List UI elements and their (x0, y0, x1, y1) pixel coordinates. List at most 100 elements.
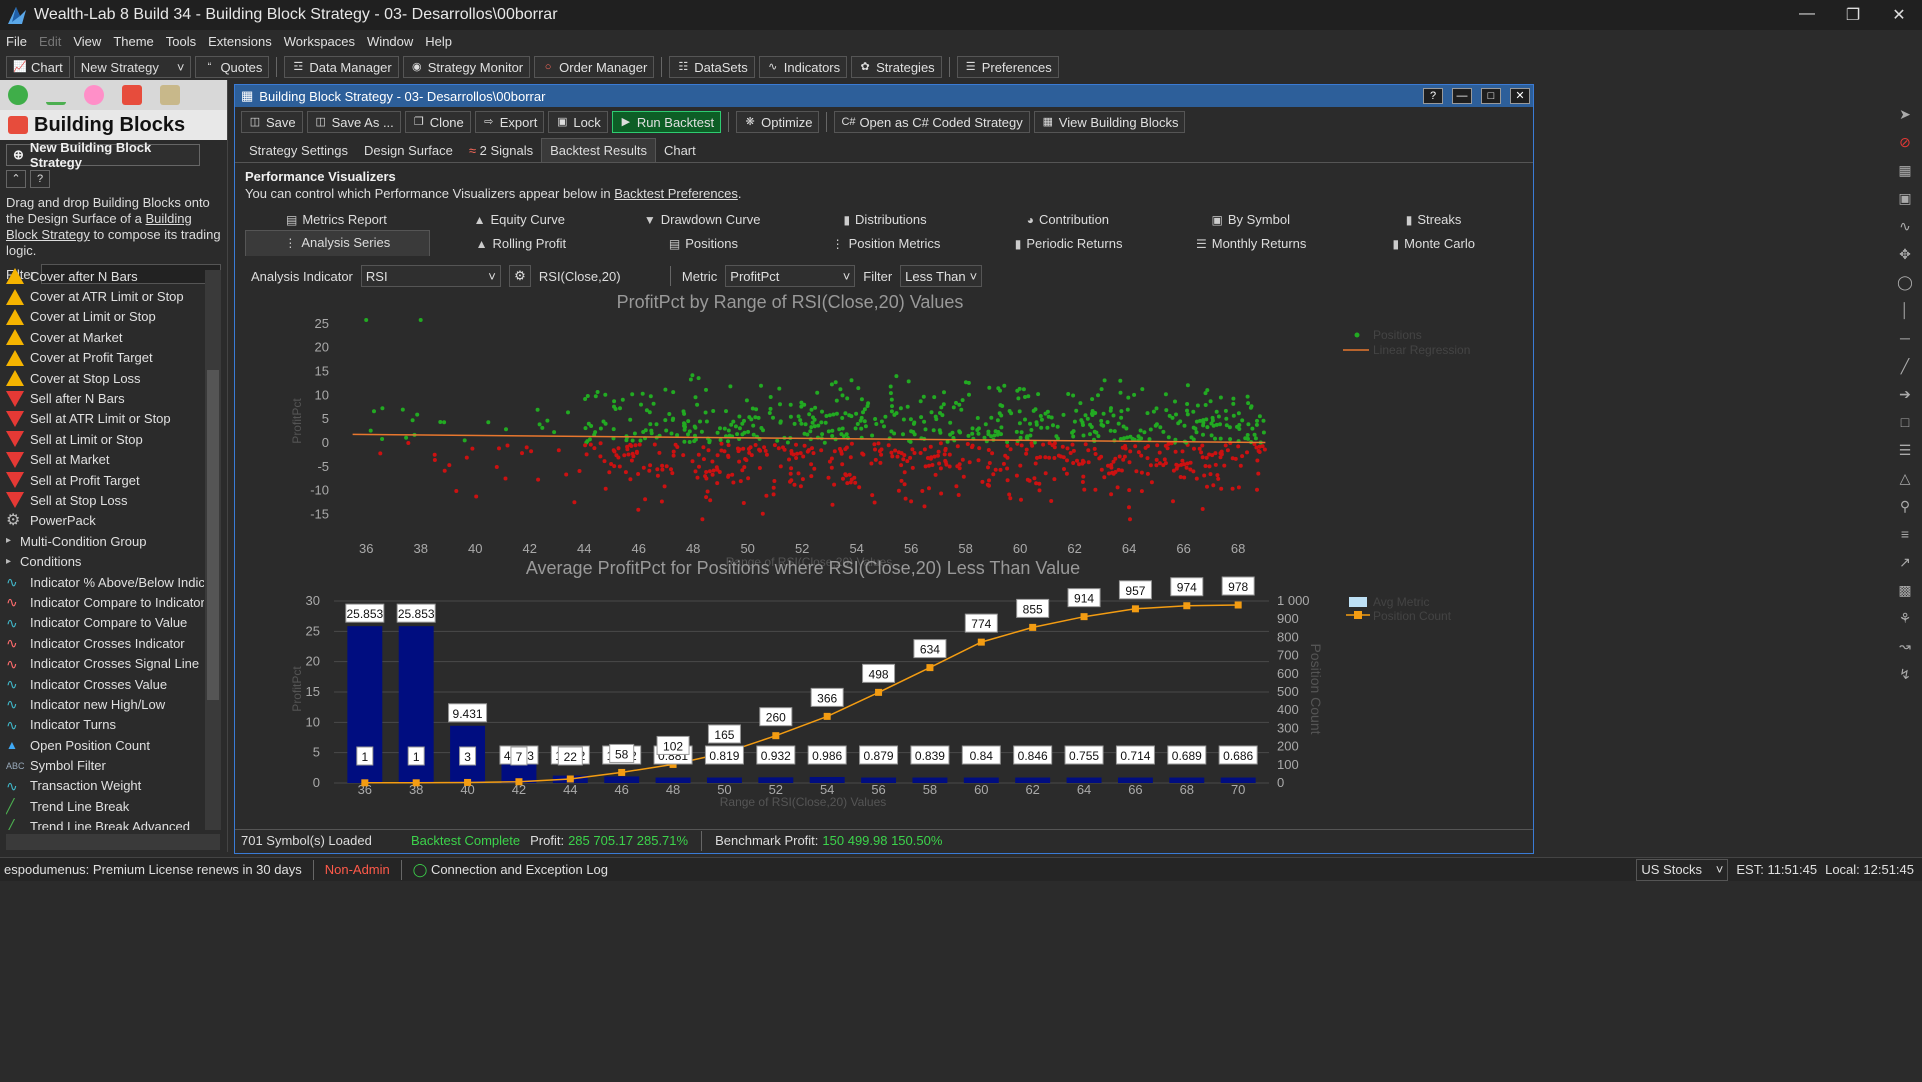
tab-signals[interactable]: ≈ 2 Signals (461, 139, 541, 162)
brain-icon[interactable] (84, 85, 104, 105)
pin-icon[interactable]: ⚲ (1894, 498, 1916, 520)
menu-window[interactable]: Window (361, 34, 419, 49)
tab-design-surface[interactable]: Design Surface (356, 139, 461, 162)
indicators-button[interactable]: ∿ Indicators (758, 56, 848, 78)
menu-view[interactable]: View (67, 34, 107, 49)
building-block-item[interactable]: ∿ Indicator Compare to Indicator (6, 592, 204, 612)
vertical-line-icon[interactable]: │ (1894, 302, 1916, 324)
scrollbar-thumb[interactable] (207, 370, 219, 700)
visualizer-tab-equity-curve[interactable]: ▲ Equity Curve (428, 212, 611, 227)
building-block-item[interactable]: Sell at Stop Loss (6, 490, 204, 510)
collapse-icon[interactable]: ⌃ (6, 170, 26, 188)
restore-icon[interactable]: ❐ (1830, 5, 1876, 25)
building-block-item[interactable]: ∿ Indicator Crosses Signal Line (6, 653, 204, 673)
export-button[interactable]: ⇨ Export (474, 111, 545, 133)
visualizer-tab-streaks[interactable]: ▮ Streaks (1342, 212, 1525, 227)
building-block-item[interactable]: Cover at Limit or Stop (6, 307, 204, 327)
minimize-icon[interactable]: — (1452, 88, 1472, 104)
visualizer-tab-contribution[interactable]: ◕ Contribution (976, 212, 1159, 227)
lock-button[interactable]: ▣ Lock (548, 111, 608, 133)
building-block-item[interactable]: ∿ Indicator Crosses Value (6, 674, 204, 694)
building-block-item[interactable]: ∿ Indicator Crosses Indicator (6, 633, 204, 653)
clone-button[interactable]: ❐ Clone (404, 111, 471, 133)
tab-backtest-results[interactable]: Backtest Results (541, 138, 656, 162)
speed-lines-icon[interactable]: ↝ (1894, 638, 1916, 660)
help-icon[interactable]: ? (1423, 88, 1443, 104)
building-block-item[interactable]: ∿ Transaction Weight (6, 776, 204, 796)
visualizer-tab-analysis-series[interactable]: ⋮ Analysis Series (245, 230, 430, 256)
arrow-right-icon[interactable]: ➔ (1894, 386, 1916, 408)
data-manager-button[interactable]: ☲ Data Manager (284, 56, 399, 78)
visualizer-tab-distributions[interactable]: ▮ Distributions (794, 212, 977, 227)
visualizer-tab-rolling-profit[interactable]: ▲ Rolling Profit (430, 236, 613, 251)
run-backtest-button[interactable]: ▶ Run Backtest (611, 111, 722, 133)
grid-icon[interactable]: ▦ (1894, 162, 1916, 184)
ellipse-icon[interactable]: ◯ (1894, 274, 1916, 296)
visualizer-tab-drawdown-curve[interactable]: ▼ Drawdown Curve (611, 212, 794, 227)
preferences-button[interactable]: ☰ Preferences (956, 56, 1059, 78)
new-building-block-strategy-button[interactable]: ⊕ New Building Block Strategy (6, 140, 200, 170)
menu-file[interactable]: File (0, 34, 33, 49)
move-icon[interactable]: ✥ (1894, 246, 1916, 268)
menu-workspaces[interactable]: Workspaces (278, 34, 361, 49)
market-dropdown[interactable]: US Stocks ˅ (1636, 858, 1729, 881)
gesture-icon[interactable]: ∿ (1894, 218, 1916, 240)
strategies-button[interactable]: ✿ Strategies (851, 56, 942, 78)
building-block-item[interactable]: Sell at Market (6, 450, 204, 470)
building-block-item[interactable]: ▲ Open Position Count (6, 735, 204, 755)
pitchfork-icon[interactable]: ⚘ (1894, 610, 1916, 632)
horizontal-line-icon[interactable]: ─ (1894, 330, 1916, 352)
library-icon[interactable] (160, 85, 180, 105)
close-icon[interactable]: ✕ (1876, 5, 1922, 25)
building-block-item[interactable]: ∿ Indicator new High/Low (6, 694, 204, 714)
filter-dropdown[interactable]: Less Than ˅ (900, 265, 983, 287)
tab-strategy-settings[interactable]: Strategy Settings (241, 139, 356, 162)
trend-line-icon[interactable]: ╱ (1894, 358, 1916, 380)
building-block-item[interactable]: ╱ Trend Line Break (6, 796, 204, 816)
building-block-item[interactable]: Sell at Profit Target (6, 470, 204, 490)
visualizer-tab-periodic-returns[interactable]: ▮ Periodic Returns (977, 236, 1160, 251)
building-block-item[interactable]: Cover at Market (6, 327, 204, 347)
menu-edit[interactable]: Edit (33, 34, 67, 49)
building-block-item[interactable]: ∿ Indicator % Above/Below Indic (6, 572, 204, 592)
save-button[interactable]: ◫ Save (241, 111, 303, 133)
building-block-item[interactable]: ⚙ PowerPack (6, 511, 204, 531)
building-block-item[interactable]: ABC Symbol Filter (6, 755, 204, 775)
channel-icon[interactable]: ▩ (1894, 582, 1916, 604)
quotes-button[interactable]: “Quotes (195, 56, 270, 78)
no-entry-icon[interactable]: ⊘ (1894, 134, 1916, 156)
building-block-item[interactable]: ∿ Indicator Turns (6, 715, 204, 735)
menu-help[interactable]: Help (419, 34, 458, 49)
building-block-item[interactable]: ▸ Multi-Condition Group (6, 531, 204, 551)
analysis-indicator-dropdown[interactable]: RSI ˅ (360, 265, 501, 287)
ray-icon[interactable]: ↗ (1894, 554, 1916, 576)
building-block-item[interactable]: Cover at Profit Target (6, 348, 204, 368)
wave-icon[interactable] (46, 85, 66, 105)
optimize-button[interactable]: ❋ Optimize (736, 111, 820, 133)
building-block-item[interactable]: ∿ Indicator Compare to Value (6, 613, 204, 633)
chart-button[interactable]: 📈 Chart (6, 56, 70, 78)
visualizer-tab-monthly-returns[interactable]: ☰ Monthly Returns (1160, 236, 1343, 251)
list-scrollbar-vertical[interactable] (205, 270, 221, 830)
order-manager-button[interactable]: ○ Order Manager (534, 56, 655, 78)
indicator-settings-button[interactable]: ⚙ (508, 265, 531, 287)
building-block-item[interactable]: ╱ Trend Line Break Advanced (6, 817, 204, 830)
gann-icon[interactable]: ↯ (1894, 666, 1916, 688)
menu-tools[interactable]: Tools (160, 34, 202, 49)
visualizer-tab-positions[interactable]: ▤ Positions (612, 236, 795, 251)
maximize-icon[interactable]: □ (1481, 88, 1501, 104)
fibonacci-icon[interactable]: ≡ (1894, 526, 1916, 548)
visualizer-tab-metrics-report[interactable]: ▤ Metrics Report (245, 212, 428, 227)
visualizer-tab-position-metrics[interactable]: ⋮ Position Metrics (795, 236, 978, 251)
visualizer-tab-monte-carlo[interactable]: ▮ Monte Carlo (1342, 236, 1525, 251)
strategy-monitor-button[interactable]: ◉ Strategy Monitor (402, 56, 531, 78)
view-building-blocks-button[interactable]: ▦ View Building Blocks (1033, 111, 1186, 133)
menu-theme[interactable]: Theme (107, 34, 159, 49)
blocks-icon[interactable] (122, 85, 142, 105)
notes-icon[interactable]: ☰ (1894, 442, 1916, 464)
building-block-item[interactable]: ▸ Conditions (6, 551, 204, 571)
building-block-item[interactable]: Cover after N Bars (6, 266, 204, 286)
cursor-icon[interactable]: ➤ (1894, 106, 1916, 128)
datasets-button[interactable]: ☷ DataSets (669, 56, 755, 78)
visualizer-tab-by-symbol[interactable]: ▣ By Symbol (1159, 212, 1342, 227)
